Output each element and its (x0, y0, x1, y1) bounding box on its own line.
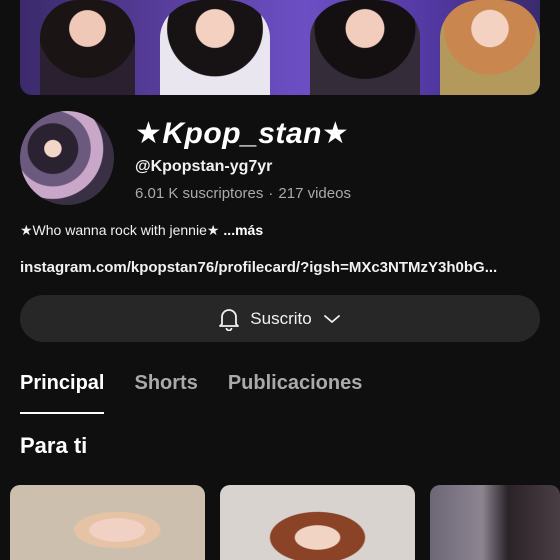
banner-person-3 (310, 0, 420, 95)
subscribed-label: Suscrito (250, 308, 312, 328)
tab-shorts[interactable]: Shorts (134, 372, 197, 414)
subscriber-count: 6.01 K suscriptores (135, 185, 264, 202)
banner-person-4 (440, 0, 540, 95)
channel-name: ★Kpop_stan★ (135, 117, 350, 150)
bell-icon (218, 307, 240, 331)
tab-publicaciones[interactable]: Publicaciones (228, 372, 363, 414)
tab-principal[interactable]: Principal (20, 372, 105, 414)
channel-avatar[interactable] (20, 111, 114, 205)
channel-stats: 6.01 K suscriptores · 217 videos (135, 185, 351, 202)
channel-link[interactable]: instagram.com/kpopstan76/profilecard/?ig… (20, 259, 540, 276)
video-thumbnail[interactable] (220, 485, 415, 560)
channel-banner (20, 0, 540, 95)
banner-person-2 (160, 0, 270, 95)
video-count: 217 videos (278, 185, 351, 202)
chevron-down-icon (322, 313, 342, 325)
video-thumbnail[interactable] (10, 485, 205, 560)
section-title: Para ti (20, 433, 88, 458)
subscribed-button[interactable]: Suscrito (20, 295, 540, 342)
channel-description[interactable]: ★Who wanna rock with jennie★ ...más (20, 222, 263, 239)
banner-person-1 (40, 0, 135, 95)
channel-tabs: Principal Shorts Publicaciones (20, 372, 362, 416)
stats-separator: · (268, 185, 274, 202)
video-thumbnail[interactable] (430, 485, 560, 560)
channel-handle: @Kpopstan-yg7yr (135, 158, 273, 175)
description-text: ★Who wanna rock with jennie★ (20, 222, 220, 238)
more-link[interactable]: ...más (223, 222, 263, 238)
